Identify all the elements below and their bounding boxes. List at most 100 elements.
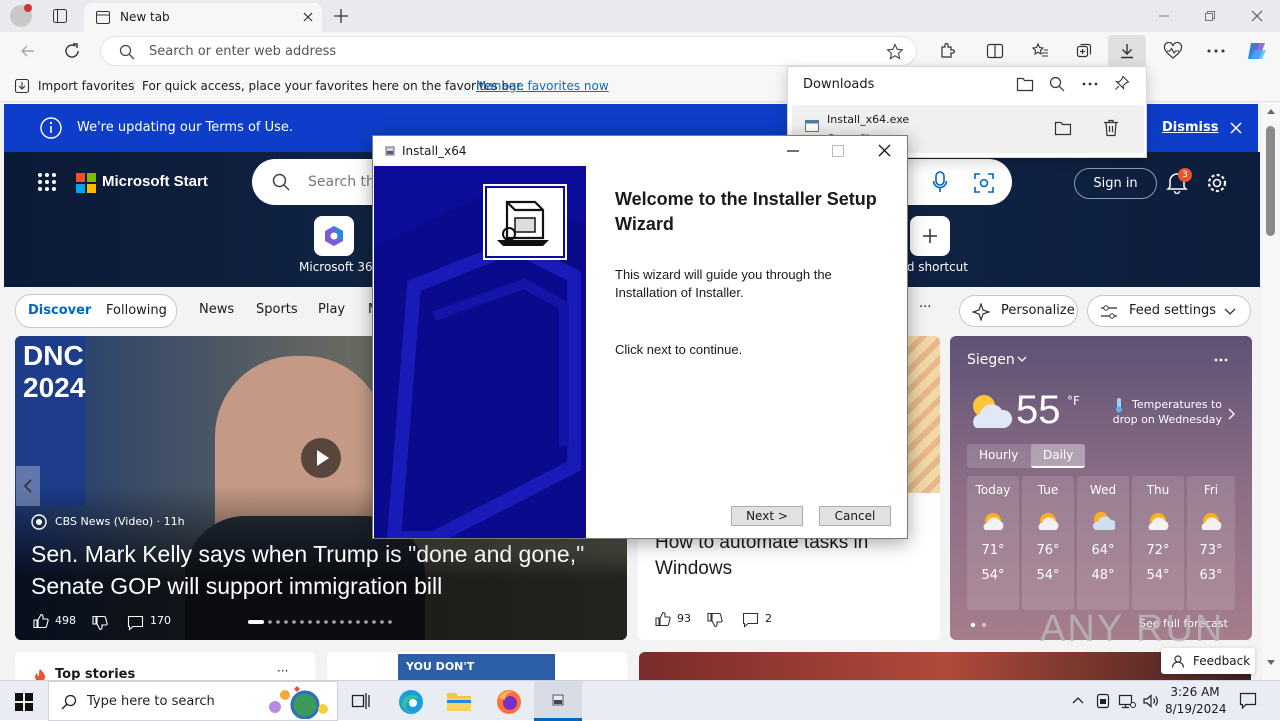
ad-card[interactable]: YOU DON'T	[327, 652, 627, 680]
settings-gear-icon[interactable]	[1206, 172, 1228, 194]
shortcut-m365-tile[interactable]	[314, 216, 354, 256]
page-icon	[96, 11, 110, 24]
dismiss-link[interactable]: Dismiss	[1162, 120, 1218, 135]
manage-favorites-link[interactable]: Manage favorites now	[476, 79, 609, 93]
visual-search-icon[interactable]	[974, 173, 994, 193]
installer-close-icon[interactable]	[878, 144, 891, 157]
delete-trash-icon[interactable]	[1103, 119, 1119, 137]
feed-settings-button[interactable]: Feed settings	[1087, 295, 1251, 327]
next-button[interactable]: Next >	[731, 506, 803, 526]
tab-play[interactable]: Play	[318, 302, 345, 317]
collections-icon[interactable]	[1075, 42, 1093, 60]
microphone-icon[interactable]	[932, 171, 948, 193]
tab-news[interactable]: News	[199, 302, 234, 317]
firefox-icon[interactable]	[496, 689, 522, 715]
close-banner-icon[interactable]	[1230, 122, 1242, 134]
page-scrollbar[interactable]	[1262, 102, 1280, 680]
installer-minimize-icon[interactable]	[787, 150, 799, 152]
weather-note: Temperatures to drop on Wednesday	[1112, 398, 1222, 426]
play-video-icon[interactable]	[301, 438, 341, 478]
forecast-day[interactable]: Thu 72° 54°	[1132, 476, 1184, 610]
tab-following[interactable]: Following	[106, 303, 167, 318]
taskbar-search[interactable]: Type here to search	[48, 681, 338, 721]
tab-discover[interactable]: Discover	[28, 303, 91, 318]
import-favorites-link[interactable]: Import favorites	[38, 79, 134, 93]
more-menu-icon[interactable]	[1207, 49, 1225, 53]
comment-icon[interactable]	[127, 615, 144, 631]
favorites-icon[interactable]	[1031, 42, 1049, 60]
weather-next-icon[interactable]	[1228, 408, 1236, 420]
refresh-icon[interactable]	[63, 42, 81, 60]
show-in-folder-icon[interactable]	[1054, 120, 1072, 136]
tab-hourly[interactable]: Hourly	[979, 448, 1018, 462]
tab-new-tab[interactable]: New tab	[84, 3, 322, 32]
ad-text: YOU DON'T	[406, 660, 475, 673]
location-chevron-icon	[1017, 356, 1027, 363]
app-launcher-icon[interactable]	[37, 172, 57, 192]
close-tab-icon[interactable]	[302, 11, 314, 23]
download-icon	[1118, 42, 1136, 60]
add-shortcut-tile[interactable]	[910, 216, 950, 256]
address-bar[interactable]: Search or enter web address	[100, 36, 917, 66]
installer-taskbar-button[interactable]	[534, 681, 582, 721]
weather-more-icon[interactable]	[1214, 358, 1228, 362]
minimize-window-icon[interactable]	[1158, 10, 1170, 22]
carousel-prev-icon[interactable]	[16, 466, 40, 506]
pin-icon[interactable]	[1114, 75, 1130, 91]
search-downloads-icon[interactable]	[1049, 76, 1065, 92]
forecast-day[interactable]: Fri 73° 63°	[1187, 476, 1235, 610]
weather-card[interactable]: Siegen 55 °F Temperatures to drop on Wed…	[950, 336, 1252, 640]
volume-icon[interactable]	[1142, 693, 1160, 709]
new-tab-icon[interactable]	[333, 8, 349, 24]
lower-story-image[interactable]	[639, 652, 1251, 680]
dislike-icon[interactable]	[92, 615, 108, 631]
file-explorer-icon[interactable]	[446, 690, 472, 712]
exe-file-icon	[805, 120, 819, 132]
clock[interactable]: 3:26 AM 8/19/2024	[1165, 684, 1227, 718]
cancel-button[interactable]: Cancel	[819, 506, 891, 526]
forecast-day[interactable]: Wed 64° 48°	[1077, 476, 1129, 610]
side-dislike-icon[interactable]	[707, 612, 723, 628]
back-icon[interactable]	[20, 43, 36, 59]
profile-avatar-icon[interactable]	[10, 4, 32, 27]
network-icon[interactable]	[1118, 693, 1136, 709]
extensions-icon[interactable]	[938, 42, 956, 60]
open-folder-icon[interactable]	[1016, 76, 1034, 92]
copilot-icon[interactable]	[1245, 39, 1269, 63]
brand-title: Microsoft Start	[102, 173, 208, 190]
side-like-icon[interactable]	[655, 611, 671, 627]
edge-taskbar-icon[interactable]	[398, 689, 424, 715]
weather-location[interactable]: Siegen	[967, 352, 1015, 368]
notifications-center-icon[interactable]	[1239, 692, 1257, 710]
installer-dialog: Install_x64 Welcome to the Installer Set…	[372, 135, 908, 539]
hero-headline[interactable]: Sen. Mark Kelly says when Trump is "done…	[31, 538, 611, 602]
tab-actions-icon[interactable]	[52, 8, 68, 24]
restore-window-icon[interactable]	[1204, 10, 1216, 22]
feed-more-menu[interactable]: ···	[919, 300, 931, 315]
tray-device-icon[interactable]	[1096, 693, 1110, 709]
split-screen-icon[interactable]	[986, 42, 1004, 60]
sign-in-button[interactable]: Sign in	[1074, 168, 1157, 199]
scroll-down-icon[interactable]	[1267, 660, 1275, 666]
forecast-day[interactable]: Tue 76° 54°	[1022, 476, 1074, 610]
browser-toolbar: Search or enter web address	[0, 32, 1280, 70]
top-stories-more[interactable]: ···	[277, 664, 288, 678]
performance-heart-icon[interactable]	[1163, 42, 1183, 60]
close-window-icon[interactable]	[1251, 10, 1263, 22]
tab-sports[interactable]: Sports	[256, 302, 298, 317]
like-icon[interactable]	[33, 613, 49, 629]
favorite-star-icon[interactable]	[886, 43, 904, 61]
windows-start-icon[interactable]	[15, 693, 33, 711]
side-comment-icon[interactable]	[742, 612, 759, 628]
scroll-thumb[interactable]	[1266, 126, 1275, 236]
downloads-more-icon[interactable]	[1082, 82, 1098, 86]
tray-chevron-icon[interactable]	[1072, 696, 1084, 704]
scroll-up-icon[interactable]	[1267, 108, 1275, 114]
task-view-icon[interactable]	[351, 692, 371, 710]
feedback-button[interactable]: Feedback	[1161, 648, 1255, 674]
personalize-button[interactable]: Personalize	[959, 295, 1078, 327]
installer-titlebar[interactable]: Install_x64	[373, 136, 907, 166]
tab-daily[interactable]: Daily	[1043, 448, 1073, 462]
downloads-button[interactable]	[1108, 35, 1146, 67]
forecast-day[interactable]: Today 71° 54°	[967, 476, 1019, 610]
